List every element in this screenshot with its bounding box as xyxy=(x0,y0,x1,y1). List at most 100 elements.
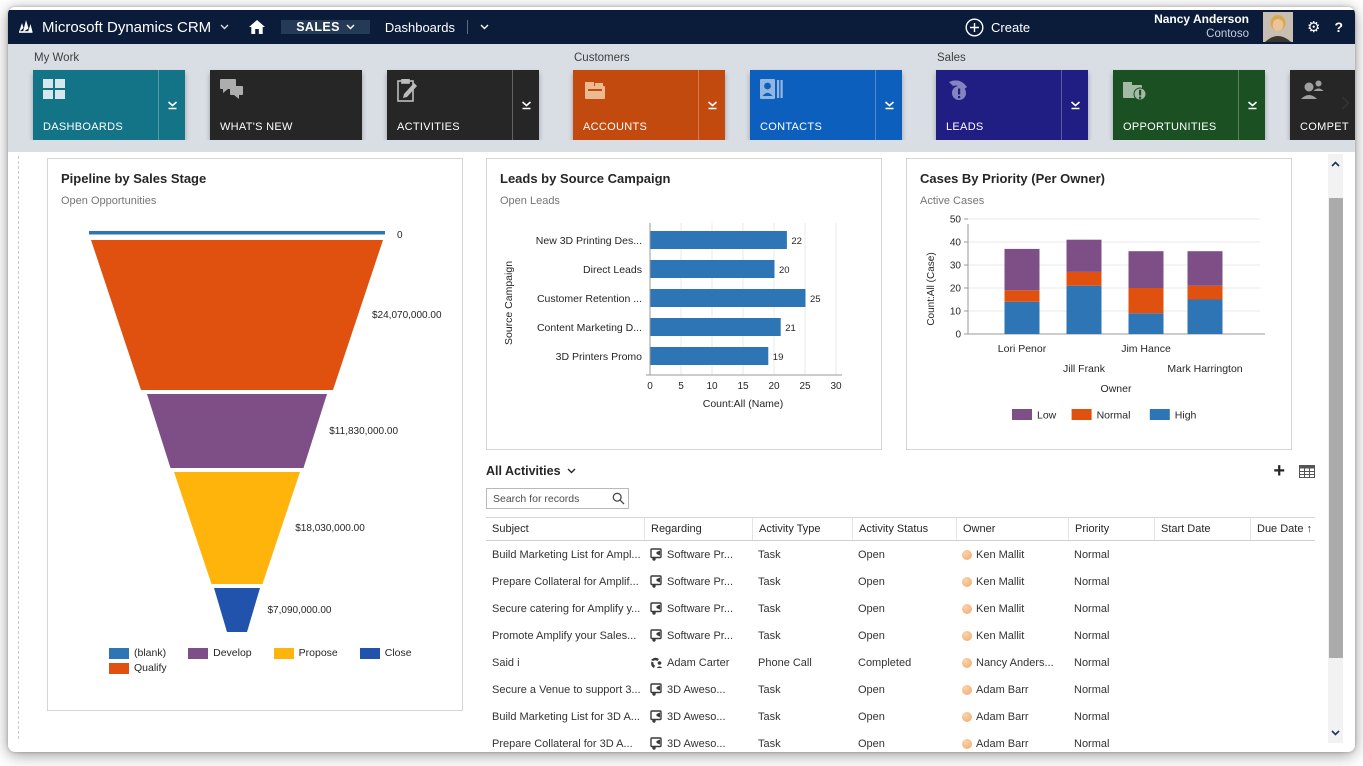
table-row[interactable]: Build Marketing List for 3D A...3D Aweso… xyxy=(486,703,1315,730)
cell-subject[interactable]: Build Marketing List for 3D A... xyxy=(486,711,644,723)
stack-high-2[interactable] xyxy=(1129,313,1164,334)
funnel-top-line[interactable] xyxy=(89,231,385,235)
tile-flyout-toggle[interactable] xyxy=(1238,70,1265,140)
table-row[interactable]: Prepare Collateral for 3D A...3D Aweso..… xyxy=(486,730,1315,752)
column-header-subject[interactable]: Subject xyxy=(486,518,644,540)
stack-normal-0[interactable] xyxy=(1005,290,1040,302)
cell-owner[interactable]: Ken Mallit xyxy=(956,603,1068,615)
stack-normal-2[interactable] xyxy=(1129,288,1164,313)
chart-panel-pipeline[interactable]: Pipeline by Sales Stage Open Opportuniti… xyxy=(47,158,463,711)
search-input[interactable] xyxy=(486,488,629,509)
ribbon-scroll-right-button[interactable] xyxy=(1341,96,1350,115)
column-header-activity-type[interactable]: Activity Type xyxy=(752,518,852,540)
chart-title: Pipeline by Sales Stage xyxy=(61,171,449,186)
cell-subject[interactable]: Prepare Collateral for Amplif... xyxy=(486,576,644,588)
tile-flyout-toggle[interactable] xyxy=(512,70,539,140)
cell-owner[interactable]: Ken Mallit xyxy=(956,576,1068,588)
scrollbar-thumb[interactable] xyxy=(1329,198,1343,658)
cell-subject[interactable]: Secure catering for Amplify y... xyxy=(486,603,644,615)
cell-owner[interactable]: Nancy Anders... xyxy=(956,657,1068,669)
bar-3[interactable] xyxy=(651,318,781,336)
tile-activities[interactable]: ACTIVITIES xyxy=(387,70,539,140)
cell-subject[interactable]: Prepare Collateral for 3D A... xyxy=(486,738,644,750)
search-icon[interactable] xyxy=(612,492,625,505)
tile-dashboards[interactable]: DASHBOARDS xyxy=(33,70,185,140)
stack-low-0[interactable] xyxy=(1005,249,1040,290)
bar-4[interactable] xyxy=(651,347,769,365)
stack-normal-3[interactable] xyxy=(1188,286,1223,300)
cell-subject[interactable]: Said i xyxy=(486,657,644,669)
column-header-owner[interactable]: Owner xyxy=(956,518,1068,540)
column-header-start-date[interactable]: Start Date xyxy=(1154,518,1250,540)
vertical-scrollbar[interactable] xyxy=(1328,154,1343,743)
table-row[interactable]: Promote Amplify your Sales...Software Pr… xyxy=(486,622,1315,649)
cell-regarding[interactable]: Software Pr... xyxy=(644,602,752,615)
add-activity-button[interactable]: + xyxy=(1273,461,1285,481)
user-info[interactable]: Nancy Anderson Contoso xyxy=(1154,12,1249,41)
avatar[interactable] xyxy=(1263,12,1293,42)
stack-low-1[interactable] xyxy=(1067,240,1102,272)
cell-owner[interactable]: Ken Mallit xyxy=(956,549,1068,561)
table-row[interactable]: Build Marketing List for Ampl...Software… xyxy=(486,541,1315,568)
stack-high-1[interactable] xyxy=(1067,286,1102,334)
cell-regarding[interactable]: Software Pr... xyxy=(644,629,752,642)
nav-page-dashboards[interactable]: Dashboards xyxy=(370,20,504,35)
cell-owner[interactable]: Adam Barr xyxy=(956,711,1068,723)
tile-flyout-toggle[interactable] xyxy=(1061,70,1088,140)
cell-owner[interactable]: Adam Barr xyxy=(956,684,1068,696)
cell-subject[interactable]: Secure a Venue to support 3... xyxy=(486,684,644,696)
cell-subject[interactable]: Build Marketing List for Ampl... xyxy=(486,549,644,561)
table-row[interactable]: Said iAdam CarterPhone CallCompletedNanc… xyxy=(486,649,1315,676)
stack-high-0[interactable] xyxy=(1005,302,1040,334)
chart-panel-leads[interactable]: Leads by Source Campaign Open Leads 0510… xyxy=(486,158,882,450)
tile-flyout-toggle[interactable] xyxy=(875,70,902,140)
help-button[interactable]: ? xyxy=(1334,19,1343,35)
stack-low-3[interactable] xyxy=(1188,251,1223,286)
funnel-segment-develop[interactable] xyxy=(147,394,327,468)
cell-regarding[interactable]: 3D Aweso... xyxy=(644,737,752,750)
cell-regarding[interactable]: 3D Aweso... xyxy=(644,683,752,696)
settings-gear-icon[interactable]: ⚙ xyxy=(1307,18,1320,36)
column-header-activity-status[interactable]: Activity Status xyxy=(852,518,956,540)
stack-low-2[interactable] xyxy=(1129,251,1164,288)
view-selector[interactable]: All Activities xyxy=(486,464,576,478)
table-row[interactable]: Secure catering for Amplify y...Software… xyxy=(486,595,1315,622)
bar-0[interactable] xyxy=(651,231,787,249)
tile-accounts[interactable]: ACCOUNTS xyxy=(573,70,725,140)
scroll-up-button[interactable] xyxy=(1328,156,1343,172)
table-row[interactable]: Secure a Venue to support 3...3D Aweso..… xyxy=(486,676,1315,703)
bar-2[interactable] xyxy=(651,289,806,307)
tile-leads[interactable]: LEADS xyxy=(936,70,1088,140)
tile-whats-new[interactable]: WHAT'S NEW xyxy=(210,70,362,140)
tile-contacts[interactable]: CONTACTS xyxy=(750,70,902,140)
bar-1[interactable] xyxy=(651,260,775,278)
open-grid-view-icon[interactable] xyxy=(1299,465,1315,478)
column-header-priority[interactable]: Priority xyxy=(1068,518,1154,540)
cell-regarding[interactable]: Software Pr... xyxy=(644,548,752,561)
funnel-value-label: 0 xyxy=(397,230,403,241)
tile-opportunities[interactable]: OPPORTUNITIES xyxy=(1113,70,1265,140)
funnel-segment-close[interactable] xyxy=(214,588,260,632)
cell-regarding[interactable]: Adam Carter xyxy=(644,656,752,669)
cell-owner[interactable]: Adam Barr xyxy=(956,738,1068,750)
campaign-icon xyxy=(650,575,663,588)
cell-regarding[interactable]: 3D Aweso... xyxy=(644,710,752,723)
cell-subject[interactable]: Promote Amplify your Sales... xyxy=(486,630,644,642)
nav-area-sales[interactable]: SALES xyxy=(281,20,370,34)
tile-flyout-toggle[interactable] xyxy=(698,70,725,140)
chart-panel-cases[interactable]: Cases By Priority (Per Owner) Active Cas… xyxy=(906,158,1292,450)
brand[interactable]: Microsoft Dynamics CRM xyxy=(18,19,229,36)
home-button[interactable] xyxy=(249,20,265,35)
cell-regarding[interactable]: Software Pr... xyxy=(644,575,752,588)
column-header-regarding[interactable]: Regarding xyxy=(644,518,752,540)
stack-normal-1[interactable] xyxy=(1067,272,1102,286)
funnel-segment-qualify[interactable] xyxy=(91,240,383,390)
scroll-down-button[interactable] xyxy=(1328,725,1343,741)
tile-flyout-toggle[interactable] xyxy=(158,70,185,140)
funnel-segment-propose[interactable] xyxy=(174,472,300,584)
table-row[interactable]: Prepare Collateral for Amplif...Software… xyxy=(486,568,1315,595)
column-header-due-date[interactable]: Due Date ↑ xyxy=(1250,518,1315,540)
create-button[interactable]: Create xyxy=(965,18,1030,37)
cell-owner[interactable]: Ken Mallit xyxy=(956,630,1068,642)
stack-high-3[interactable] xyxy=(1188,300,1223,335)
